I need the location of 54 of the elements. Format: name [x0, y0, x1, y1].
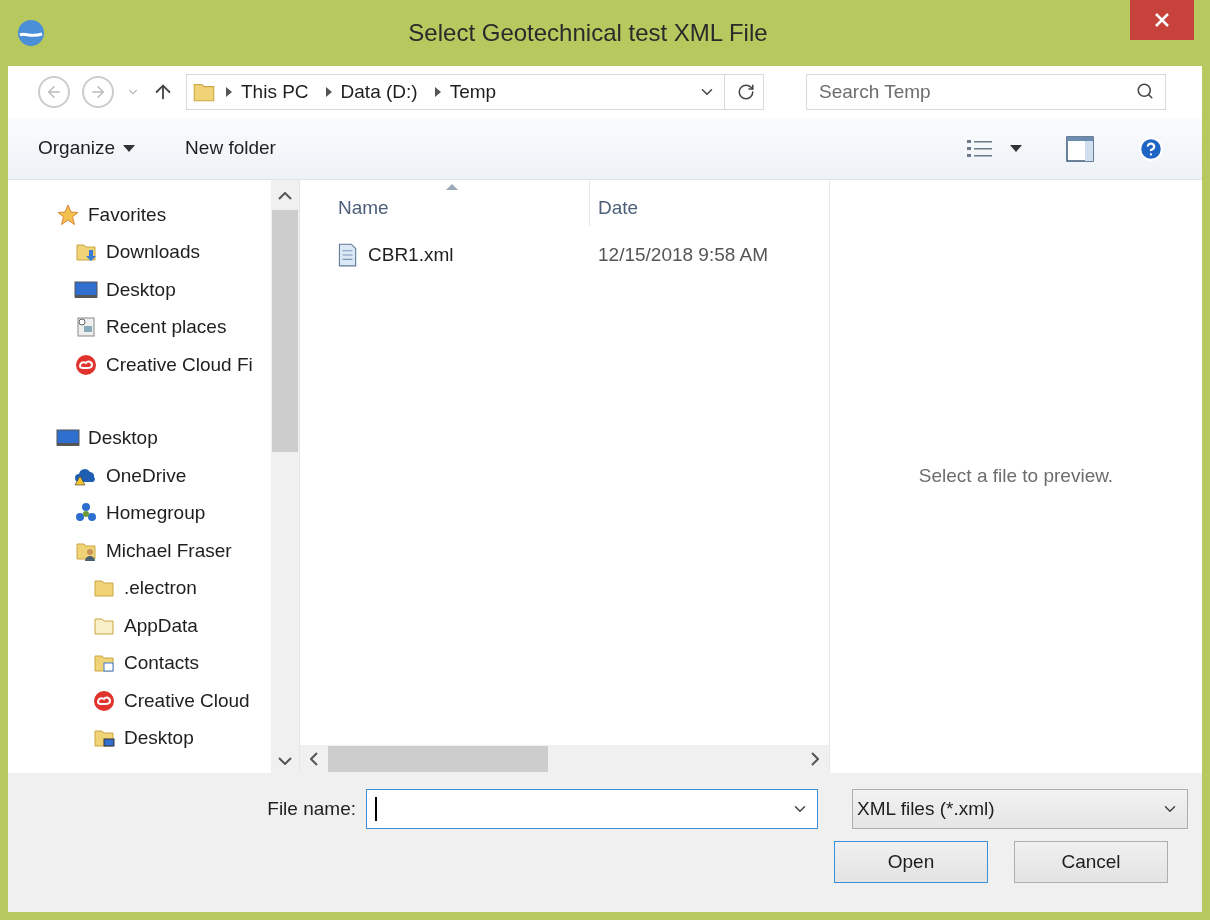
help-icon[interactable] [1138, 135, 1164, 162]
nav-item[interactable]: Creative Cloud [92, 682, 272, 720]
breadcrumb[interactable]: Data (D:) [340, 77, 418, 107]
globe-icon [16, 18, 46, 48]
nav-item[interactable]: Desktop [92, 719, 272, 757]
close-button[interactable] [1130, 0, 1194, 40]
nav-item[interactable]: .electron [92, 569, 272, 607]
nav-item[interactable]: Desktop [74, 271, 272, 309]
vertical-scrollbar[interactable] [271, 180, 299, 773]
nav-item[interactable]: Contacts [92, 644, 272, 682]
forward-arrow-icon [89, 83, 107, 101]
breadcrumb[interactable]: Temp [449, 77, 497, 107]
breadcrumb[interactable]: This PC [241, 77, 309, 107]
refresh-icon[interactable] [737, 83, 755, 101]
nav-item[interactable]: Downloads [74, 233, 272, 271]
nav-item[interactable]: Recent places [74, 308, 272, 346]
dialog-button[interactable]: Open [834, 841, 988, 883]
file-type-dropdown[interactable]: XML files (*.xml) [852, 789, 1188, 829]
column-header[interactable]: Name [330, 180, 590, 226]
star-icon [56, 202, 80, 227]
window-title: Select Geotechnical test XML File [408, 18, 768, 48]
file-date: 12/15/2018 9:58 AM [598, 242, 769, 267]
address-bar[interactable]: This PC Data (D:) Temp [186, 74, 764, 110]
nav-item[interactable]: Favorites [56, 196, 272, 234]
recent-places-icon [74, 315, 98, 340]
nav-item[interactable]: AppData [92, 607, 272, 645]
scrollbar-thumb[interactable] [328, 746, 548, 772]
file-name-label: File name: [267, 796, 356, 821]
breadcrumb-arrow-icon [225, 87, 233, 97]
file-name[interactable]: CBR1.xml [368, 240, 454, 270]
close-icon [1155, 13, 1169, 27]
creative-cloud-icon [92, 688, 116, 713]
preview-message: Select a file to preview. [918, 464, 1114, 489]
breadcrumb-arrow-icon [324, 87, 333, 97]
breadcrumb-arrow-icon [433, 87, 442, 97]
organize-menu-button[interactable]: Organize [38, 134, 136, 163]
scrollbar-thumb[interactable] [272, 210, 299, 452]
nav-item[interactable]: OneDrive [74, 457, 272, 495]
nav-item[interactable]: Desktop [56, 419, 272, 457]
creative-cloud-icon [74, 352, 98, 377]
search-field[interactable]: Search Temp [806, 74, 1166, 110]
nav-item[interactable]: Homegroup [74, 494, 272, 532]
column-header[interactable]: Date [590, 180, 829, 226]
view-details-icon[interactable] [966, 137, 994, 160]
dialog-button[interactable]: Cancel [1014, 841, 1168, 883]
horizontal-scrollbar[interactable] [300, 745, 829, 773]
caret-icon [123, 145, 136, 152]
preview-pane-icon[interactable] [1066, 135, 1094, 162]
sort-ascending-icon [446, 184, 458, 190]
new-folder-button[interactable]: New folder [185, 134, 276, 163]
search-icon [1136, 82, 1154, 100]
nav-item[interactable]: Creative Cloud Fi [74, 346, 272, 384]
caret-icon[interactable] [1010, 145, 1022, 152]
nav-item[interactable]: Michael Fraser [74, 532, 272, 570]
